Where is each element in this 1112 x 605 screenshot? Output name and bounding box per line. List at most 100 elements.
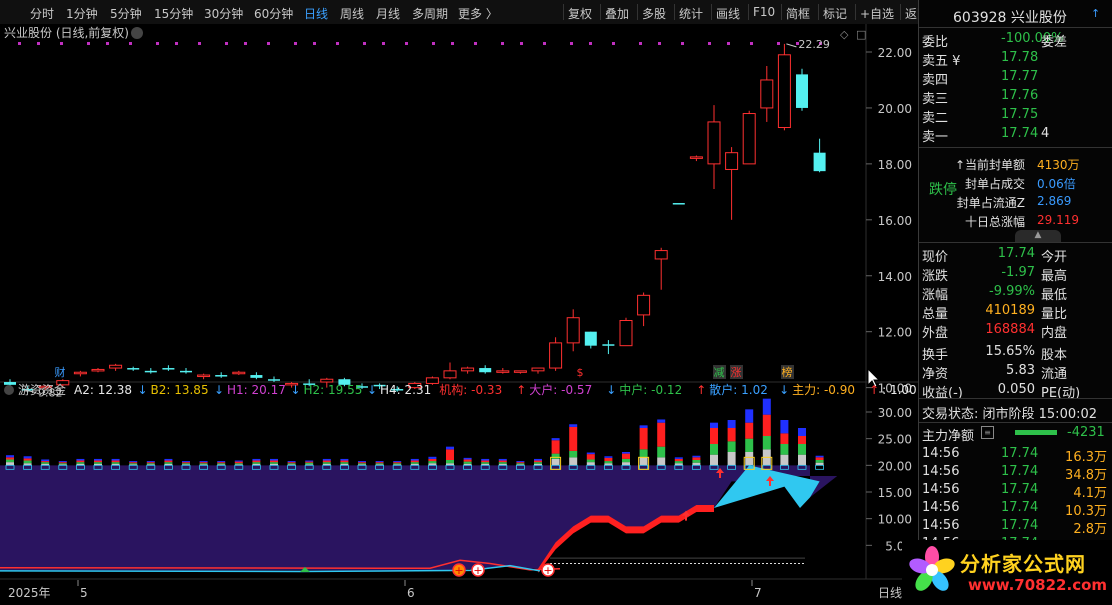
flow-bar <box>94 458 102 461</box>
signal-dot <box>405 42 408 45</box>
flow-bar <box>182 462 190 464</box>
indicator-settings-icon[interactable] <box>4 385 14 395</box>
toolbar-button-4[interactable]: 画线 <box>716 5 740 22</box>
list-icon[interactable]: ≡ <box>981 426 994 439</box>
flow-bar <box>762 414 771 436</box>
flow-bar <box>569 426 578 451</box>
quote-value: 15.65% <box>985 344 1035 359</box>
stock-title: 603928 兴业股份 <box>953 10 1067 26</box>
period-tab-0[interactable]: 分时 <box>30 5 54 22</box>
candle-body <box>215 375 228 377</box>
watermark-url: www.70822.com <box>968 576 1108 594</box>
flow-bar <box>358 461 366 463</box>
flow-bar <box>446 460 454 464</box>
quote-row: 总量 410189 量比 <box>919 302 1112 322</box>
flow-bar <box>551 440 560 454</box>
collapse-button[interactable]: ▲ <box>1015 230 1061 242</box>
book-value: 17.75 <box>1001 107 1039 122</box>
candle-body <box>777 54 791 129</box>
quote-label: 涨跌 <box>922 269 949 284</box>
flow-bar <box>586 454 595 460</box>
flow-bar <box>41 462 50 464</box>
kline-chart[interactable]: 兴业股份 (日线,前复权) ◇ □ 22.00 20.00 18.00 16.00 14.00… <box>0 24 918 602</box>
flow-bar <box>569 457 578 466</box>
flow-bar <box>129 462 138 464</box>
seal-label: ↑当前封单额 <box>954 158 1025 172</box>
candle-body <box>232 371 246 375</box>
candle-body <box>619 320 633 347</box>
period-tab-5[interactable]: 60分钟 <box>254 5 293 22</box>
period-tab-1[interactable]: 1分钟 <box>66 5 98 22</box>
toolbar-separator <box>781 4 782 20</box>
flow-bar <box>780 454 789 466</box>
period-tab-3[interactable]: 15分钟 <box>154 5 193 22</box>
seal-row: 封单占流通Z 2.869 <box>919 193 1112 211</box>
period-tab-6[interactable]: 日线 <box>304 5 328 22</box>
flow-bar <box>234 461 243 464</box>
indicator-arrow: ↓ <box>779 383 789 397</box>
ind-tick-label: 25.00 <box>878 433 912 447</box>
toolbar-button-7[interactable]: 标记 <box>823 5 847 22</box>
toolbar-button-1[interactable]: 叠加 <box>605 5 629 22</box>
toolbar-button-3[interactable]: 统计 <box>679 5 703 22</box>
flow-bar <box>569 450 578 458</box>
indicator-arrow: ↓ <box>606 383 616 397</box>
flow-bar <box>23 458 32 461</box>
toolbar-button-6[interactable]: 简框 <box>786 5 810 22</box>
flow-bar <box>463 461 472 464</box>
flow-bar <box>586 452 595 455</box>
flow-bar <box>727 452 736 466</box>
period-tab-10[interactable]: 更多 〉 <box>458 5 498 22</box>
flow-bar <box>217 463 226 465</box>
flow-bar <box>305 461 314 463</box>
x-axis-label: 7 <box>754 586 762 600</box>
period-tab-2[interactable]: 5分钟 <box>110 5 142 22</box>
flow-bar <box>164 460 173 463</box>
period-tab-8[interactable]: 月线 <box>376 5 400 22</box>
signal-dot <box>294 42 297 45</box>
plus-glyph: + <box>473 564 482 577</box>
signal-dot <box>777 42 780 45</box>
period-tab-4[interactable]: 30分钟 <box>204 5 243 22</box>
flow-bar <box>657 419 666 423</box>
period-tab-7[interactable]: 周线 <box>340 5 364 22</box>
tick-time: 14:56 <box>922 482 960 497</box>
signal-dot <box>612 42 615 45</box>
indicator-item: : 1.00 <box>882 383 917 397</box>
flow-bar <box>551 438 560 441</box>
toolbar-button-0[interactable]: 复权 <box>568 5 592 22</box>
tick-time: 14:56 <box>922 464 960 479</box>
tick-price: 17.74 <box>1001 518 1039 533</box>
indicator-item: 大户: -0.57 <box>529 382 592 397</box>
settings-icon[interactable] <box>131 27 143 39</box>
pin-icon[interactable]: ↑ <box>1091 7 1100 20</box>
watermark-logo: 分析家公式网 www.70822.com <box>902 540 1112 602</box>
toolbar-button-5[interactable]: F10 <box>753 5 775 19</box>
stock-header: 603928 兴业股份 ↑ <box>919 6 1112 26</box>
period-tab-9[interactable]: 多周期 <box>412 5 448 22</box>
quote-extra: 最高 <box>1041 269 1068 284</box>
flow-bar <box>358 462 366 464</box>
flow-bar <box>745 452 754 466</box>
event-marker: 涨 <box>731 366 742 379</box>
candle-body <box>725 152 739 170</box>
quote-value: -9.99% <box>989 284 1035 299</box>
candle-body <box>162 368 175 370</box>
seal-row: 封单占成交 0.06倍 <box>919 174 1112 192</box>
candle-body <box>109 364 123 369</box>
quote-extra: 股本 <box>1041 348 1068 363</box>
book-value: 17.76 <box>1001 88 1039 103</box>
signal-dot <box>60 42 63 45</box>
tick-price: 17.74 <box>1001 446 1039 461</box>
indicator-item: H4: 2.31 <box>380 383 431 397</box>
flow-bar <box>780 433 789 444</box>
toolbar-button-8[interactable]: +自选 <box>860 5 894 22</box>
signal-dot <box>156 42 159 45</box>
flow-bar <box>780 444 789 455</box>
toolbar-button-2[interactable]: 多股 <box>642 5 666 22</box>
candle-body <box>91 368 105 372</box>
candle-body <box>496 370 510 373</box>
flow-bar <box>199 463 208 465</box>
flow-bar <box>393 462 402 464</box>
flow-bar <box>622 462 630 466</box>
